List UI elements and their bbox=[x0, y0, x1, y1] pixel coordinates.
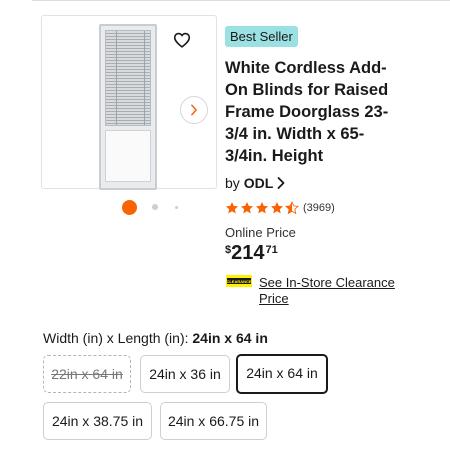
price: $ 214 71 bbox=[225, 241, 278, 267]
size-option-24x66-75[interactable]: 24in x 66.75 in bbox=[160, 402, 267, 440]
clearance-icon-text: CLEARANCE bbox=[226, 279, 251, 284]
heart-outline-icon bbox=[173, 32, 191, 48]
pagination-dot[interactable] bbox=[175, 206, 178, 209]
star-icon bbox=[270, 202, 284, 214]
pagination-dot[interactable] bbox=[152, 204, 158, 210]
top-divider bbox=[32, 0, 450, 4]
brand-name: ODL bbox=[243, 175, 274, 191]
star-icon bbox=[240, 202, 254, 214]
price-label: Online Price bbox=[225, 225, 296, 240]
size-option-24x36[interactable]: 24in x 36 in bbox=[140, 355, 230, 393]
star-icon bbox=[225, 202, 239, 214]
favorite-button[interactable] bbox=[172, 30, 192, 50]
gallery-pagination bbox=[121, 199, 181, 215]
next-image-button[interactable] bbox=[180, 96, 208, 124]
size-option-24x38-75[interactable]: 24in x 38.75 in bbox=[43, 402, 152, 440]
size-label-text: Width (in) x Length (in): bbox=[43, 330, 189, 346]
rating-stars[interactable]: (3969) bbox=[225, 199, 335, 217]
size-selected-value: 24in x 64 in bbox=[192, 330, 268, 346]
brand-prefix: by bbox=[225, 175, 240, 191]
door-panel bbox=[105, 130, 151, 182]
star-icon bbox=[255, 202, 269, 214]
blinds-slats bbox=[105, 30, 151, 126]
star-half-icon bbox=[285, 201, 299, 215]
price-whole: 214 bbox=[231, 242, 265, 264]
size-option-24x64[interactable]: 24in x 64 in bbox=[236, 354, 328, 394]
clearance-price-link[interactable]: See In-Store Clearance Price bbox=[259, 275, 409, 307]
best-seller-badge: Best Seller bbox=[225, 26, 298, 47]
size-label: Width (in) x Length (in): 24in x 64 in bbox=[43, 330, 268, 346]
pagination-dot-active[interactable] bbox=[122, 200, 137, 215]
product-title: White Cordless Add-On Blinds for Raised … bbox=[225, 59, 389, 165]
size-option-22x64[interactable]: 22in x 64 in bbox=[43, 355, 131, 393]
brand-link[interactable]: by ODL bbox=[225, 174, 286, 192]
product-image bbox=[99, 24, 157, 190]
chevron-right-icon bbox=[277, 177, 285, 189]
price-cents: 71 bbox=[265, 244, 278, 256]
review-count[interactable]: (3969) bbox=[303, 202, 335, 214]
chevron-right-icon bbox=[191, 104, 197, 116]
clearance-tag-icon: CLEARANCE bbox=[226, 275, 252, 287]
